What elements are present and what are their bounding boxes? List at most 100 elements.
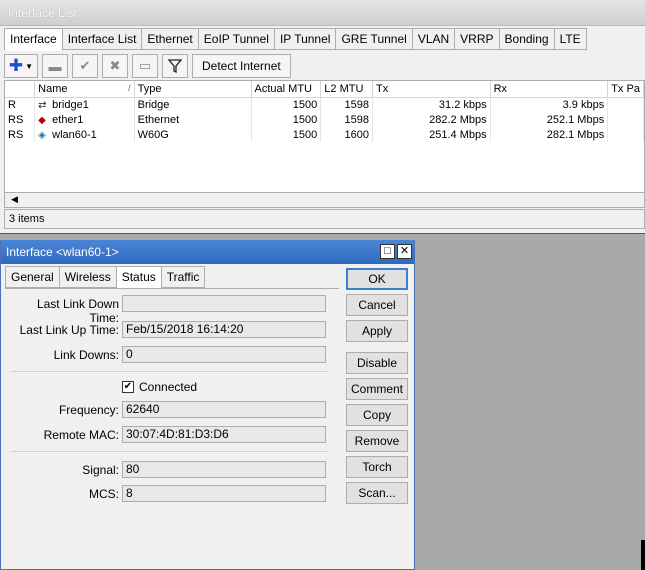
close-icon[interactable]: ✕ (397, 244, 412, 259)
tab-wireless[interactable]: Wireless (59, 266, 117, 288)
row-rx: 252.1 Mbps (490, 112, 609, 127)
interface-list-tabs: Interface Interface List Ethernet EoIP T… (4, 28, 587, 51)
last-link-up-field: Feb/15/2018 16:14:20 (122, 321, 326, 338)
comment-icon: ▭ (138, 58, 152, 73)
tab-vlan[interactable]: VLAN (412, 28, 456, 50)
status-bar: 3 items (4, 209, 645, 229)
filter-button[interactable] (162, 54, 188, 78)
copy-button[interactable]: Copy (346, 404, 408, 426)
link-downs-label: Link Downs: (53, 348, 119, 362)
row-l2-mtu: 1598 (320, 97, 374, 112)
row-tx-packets (607, 127, 644, 142)
row-rx: 3.9 kbps (490, 97, 609, 112)
row-flags: RS (5, 127, 36, 142)
tab-bonding[interactable]: Bonding (499, 28, 555, 50)
table-row[interactable]: RS ◆ ether1 Ethernet 1500 1598 282.2 Mbps… (5, 112, 644, 127)
tab-vrrp[interactable]: VRRP (455, 28, 500, 50)
row-tx: 251.4 Mbps (372, 127, 491, 142)
row-actual-mtu: 1500 (251, 112, 322, 127)
frequency-label: Frequency: (58, 403, 119, 417)
signal-field: 80 (122, 461, 326, 478)
row-actual-mtu: 1500 (251, 127, 322, 142)
separator (11, 371, 329, 372)
link-downs-field: 0 (122, 346, 326, 363)
row-flags: R (5, 97, 36, 112)
row-tx-packets (607, 112, 644, 127)
scan-button[interactable]: Scan... (346, 482, 408, 504)
maximize-icon[interactable]: □ (380, 244, 395, 259)
column-actual-mtu[interactable]: Actual MTU (251, 81, 322, 98)
torch-button[interactable]: Torch (346, 456, 408, 478)
ethernet-icon: ◆ (38, 114, 46, 126)
tab-general[interactable]: General (5, 266, 60, 288)
status-panel: Last Link Down Time: Last Link Up Time: … (5, 288, 339, 566)
table-row[interactable]: RS ◈ wlan60-1 W60G 1500 1600 251.4 Mbps 2… (5, 127, 644, 142)
row-name: ◈ wlan60-1 (34, 127, 135, 142)
connected-label: Connected (139, 380, 198, 394)
interface-table: Name / Type Actual MTU L2 MTU Tx Rx Tx Pa… (4, 80, 645, 193)
last-link-up-label: Last Link Up Time: (19, 323, 119, 337)
ok-button[interactable]: OK (346, 268, 408, 290)
row-name: ⇄ bridge1 (34, 97, 135, 112)
filter-icon (168, 59, 182, 73)
tab-status[interactable]: Status (116, 266, 162, 289)
row-name: ◆ ether1 (34, 112, 135, 127)
add-button[interactable]: ✚ ▼ (4, 54, 38, 78)
separator (11, 451, 329, 452)
frequency-field: 62640 (122, 401, 326, 418)
mcs-label: MCS: (89, 487, 119, 501)
column-rx[interactable]: Rx (490, 81, 609, 98)
dialog-tabs: General Wireless Status Traffic (5, 266, 206, 289)
interface-toolbar: ✚ ▼ ▬ ✔ ✖ ▭ Detect Internet (4, 53, 295, 79)
column-tx[interactable]: Tx (372, 81, 491, 98)
disable-item-button[interactable]: ✖ (102, 54, 128, 78)
interface-list-title[interactable]: Interface List (0, 0, 645, 26)
desktop-corner (641, 540, 645, 570)
tab-interface[interactable]: Interface (4, 28, 63, 51)
column-type[interactable]: Type (134, 81, 252, 98)
row-l2-mtu: 1598 (320, 112, 374, 127)
tab-ethernet[interactable]: Ethernet (142, 28, 199, 50)
last-link-down-label: Last Link Down Time: (36, 297, 119, 325)
interface-dialog: Interface <wlan60-1> □ ✕ General Wireles… (0, 240, 415, 570)
tab-eoip-tunnel[interactable]: EoIP Tunnel (198, 28, 275, 50)
apply-button[interactable]: Apply (346, 320, 408, 342)
tab-gre-tunnel[interactable]: GRE Tunnel (336, 28, 413, 50)
interface-list-window: Interface List Interface Interface List … (0, 0, 645, 234)
row-tx: 282.2 Mbps (372, 112, 491, 127)
row-type: W60G (134, 127, 252, 142)
cancel-button[interactable]: Cancel (346, 294, 408, 316)
minus-icon: ▬ (48, 58, 62, 74)
detect-internet-button[interactable]: Detect Internet (192, 54, 291, 78)
enable-button[interactable]: ✔ (72, 54, 98, 78)
row-type: Ethernet (134, 112, 252, 127)
tab-ip-tunnel[interactable]: IP Tunnel (274, 28, 337, 50)
tab-interface-list[interactable]: Interface List (62, 28, 143, 50)
dialog-title[interactable]: Interface <wlan60-1> (1, 240, 414, 264)
dropdown-arrow-icon: ▼ (25, 61, 34, 71)
row-tx: 31.2 kbps (372, 97, 491, 112)
table-header: Name / Type Actual MTU L2 MTU Tx Rx Tx Pa (5, 81, 644, 98)
last-link-down-field (122, 295, 326, 312)
bridge-icon: ⇄ (38, 99, 47, 111)
cross-icon: ✖ (109, 58, 121, 73)
tab-lte[interactable]: LTE (554, 28, 587, 50)
remove-button[interactable]: Remove (346, 430, 408, 452)
table-row[interactable]: R ⇄ bridge1 Bridge 1500 1598 31.2 kbps 3.… (5, 97, 644, 112)
remote-mac-field: 30:07:4D:81:D3:D6 (122, 426, 326, 443)
column-tx-packets[interactable]: Tx Pa (607, 81, 644, 98)
column-name[interactable]: Name / (34, 81, 135, 98)
scroll-left-icon[interactable]: ◀ (11, 194, 18, 205)
remove-item-button[interactable]: ▬ (42, 54, 68, 78)
comment-item-button[interactable]: ▭ (132, 54, 158, 78)
row-flags: RS (5, 112, 36, 127)
tab-traffic[interactable]: Traffic (161, 266, 206, 288)
column-l2-mtu[interactable]: L2 MTU (320, 81, 374, 98)
sort-indicator-icon: / (128, 82, 131, 93)
column-flags[interactable] (5, 81, 36, 98)
comment-button[interactable]: Comment (346, 378, 408, 400)
row-l2-mtu: 1600 (320, 127, 374, 142)
remote-mac-label: Remote MAC: (43, 428, 119, 442)
disable-button[interactable]: Disable (346, 352, 408, 374)
horizontal-scrollbar[interactable]: ◀ (4, 193, 645, 208)
